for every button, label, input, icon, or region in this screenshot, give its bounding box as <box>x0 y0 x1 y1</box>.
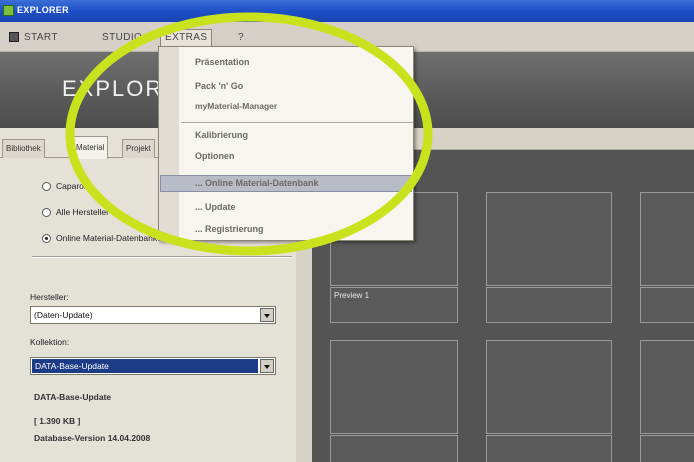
preview-tile[interactable] <box>330 340 458 434</box>
chevron-down-icon[interactable] <box>260 359 274 373</box>
title-bar: EXPLORER <box>0 0 694 22</box>
menu-item-praesentation[interactable]: Präsentation <box>195 57 250 67</box>
menu-item-kalibrierung[interactable]: Kalibrierung <box>195 130 248 140</box>
preview-tile-caption <box>640 287 694 323</box>
tab-projekt[interactable]: Projekt <box>122 139 155 158</box>
preview-tile-caption <box>486 287 612 323</box>
tab-bibliothek[interactable]: Bibliothek <box>2 139 45 158</box>
menu-help[interactable]: ? <box>238 30 244 46</box>
info-version: Database-Version 14.04.2008 <box>34 433 151 443</box>
radio-label: Online Material-Datenbank <box>56 233 158 243</box>
radio-label: Alle Hersteller <box>56 207 109 217</box>
menu-studio[interactable]: STUDIO <box>102 30 142 46</box>
hersteller-label: Hersteller: <box>30 292 69 302</box>
info-size: [ 1.390 KB ] <box>34 416 81 426</box>
menu-item-registrierung[interactable]: ... Registrierung <box>195 224 264 234</box>
preview-tile-caption <box>330 435 458 462</box>
radio-label: Caparol <box>56 181 86 191</box>
menu-item-mymaterial-manager[interactable]: myMaterial-Manager <box>195 101 277 111</box>
radio-button[interactable] <box>42 182 51 191</box>
extras-dropdown-menu: Präsentation Pack 'n' Go myMaterial-Mana… <box>158 46 414 241</box>
separator <box>32 256 292 258</box>
kollektion-label: Kollektion: <box>30 337 70 347</box>
kollektion-select[interactable]: DATA-Base-Update <box>30 357 276 375</box>
start-icon <box>9 32 19 42</box>
menu-separator <box>181 122 413 124</box>
radio-button-selected[interactable] <box>42 234 51 243</box>
chevron-down-icon[interactable] <box>260 308 274 322</box>
preview-tile-caption <box>486 435 612 462</box>
preview-tile[interactable] <box>486 340 612 434</box>
window-title: EXPLORER <box>17 5 69 15</box>
menu-item-online-material-datenbank[interactable]: ... Online Material-Datenbank <box>195 178 319 188</box>
menu-icon-strip <box>159 47 179 240</box>
info-name: DATA-Base-Update <box>34 392 112 402</box>
preview-tile[interactable] <box>640 340 694 434</box>
menu-item-update[interactable]: ... Update <box>195 202 236 212</box>
tab-material[interactable]: Material <box>72 136 109 159</box>
preview-tile[interactable] <box>486 192 612 286</box>
radio-button[interactable] <box>42 208 51 217</box>
hersteller-select[interactable]: (Daten-Update) <box>30 306 276 324</box>
app-icon <box>3 5 14 16</box>
menu-item-optionen[interactable]: Optionen <box>195 151 235 161</box>
preview-tile-caption <box>640 435 694 462</box>
hersteller-value: (Daten-Update) <box>34 310 93 320</box>
preview-tile[interactable] <box>640 192 694 286</box>
menu-extras[interactable]: EXTRAS <box>160 29 213 47</box>
preview-tile-label: Preview 1 <box>330 287 458 323</box>
kollektion-value: DATA-Base-Update <box>32 359 258 373</box>
menu-item-pack-n-go[interactable]: Pack 'n' Go <box>195 81 243 91</box>
menu-start[interactable]: START <box>24 30 58 46</box>
